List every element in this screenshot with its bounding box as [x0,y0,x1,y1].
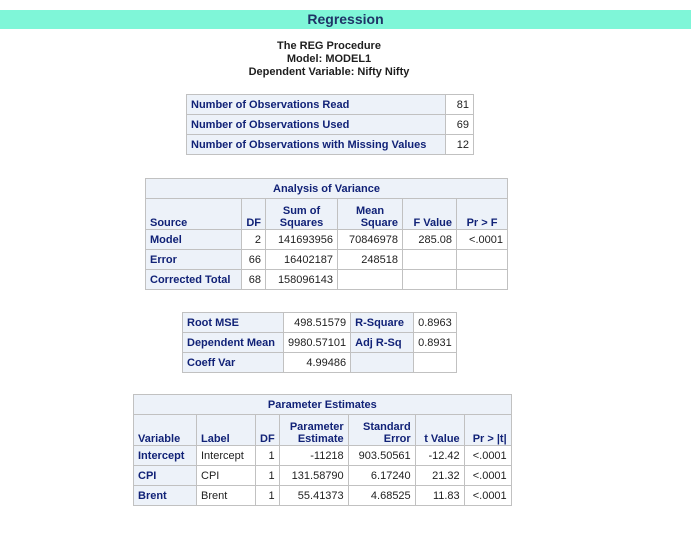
row-header: CPI [133,465,197,486]
table-cell: <.0001 [463,485,512,506]
observations-table: Number of Observations Read 81 Number of… [186,94,474,155]
row-header: Adj R-Sq [350,332,415,353]
row-header: Root MSE [182,312,284,333]
table-cell: -11218 [278,445,349,466]
table-row: Number of Observations Read 81 [186,94,474,115]
table-caption-row: Parameter Estimates [133,394,512,415]
column-header: Standard Error [347,414,416,446]
row-header: R-Square [350,312,415,333]
table-cell: 158096143 [265,269,338,290]
procedure-name: The REG Procedure [277,40,381,52]
table-cell: <.0001 [456,229,508,250]
table-cell: Brent [196,485,256,506]
table-cell: 1 [255,465,280,486]
table-cell: 903.50561 [347,445,416,466]
column-header: t Value [414,414,465,446]
table-cell: 66 [241,249,266,270]
column-header: Pr > |t| [463,414,512,446]
table-cell: 4.68525 [347,485,416,506]
table-cell: 141693956 [265,229,338,250]
dependent-variable: Dependent Variable: Nifty Nifty [248,66,410,78]
table-cell: 9980.57101 [282,332,352,353]
table-cell: 11.83 [414,485,465,506]
table-cell: 131.58790 [278,465,349,486]
table-cell: 1 [255,485,280,506]
table-cell: 0.8963 [413,312,457,333]
parameter-estimates-table: Parameter Estimates Variable Label DF Pa… [133,394,512,506]
table-row: Model 2 141693956 70846978 285.08 <.0001 [145,229,508,250]
table-cell: 6.17240 [347,465,416,486]
table-cell [456,269,508,290]
table-cell: 0.8931 [413,332,457,353]
row-header [350,352,415,373]
table-row: Root MSE 498.51579 R-Square 0.8963 [182,312,457,333]
table-cell: 1 [255,445,280,466]
table-cell: <.0001 [463,445,512,466]
row-header: Number of Observations with Missing Valu… [186,134,446,155]
table-cell: 55.41373 [278,485,349,506]
table-cell: 81 [445,94,474,115]
row-header: Number of Observations Read [186,94,446,115]
column-header: Label [196,414,256,446]
row-header: Error [145,249,242,270]
table-row: Number of Observations Used 69 [186,114,474,135]
table-row: CPI CPI 1 131.58790 6.17240 21.32 <.0001 [133,465,512,486]
page-title: Regression [0,10,691,29]
table-row: Error 66 16402187 248518 [145,249,508,270]
table-cell: Intercept [196,445,256,466]
table-row: Dependent Mean 9980.57101 Adj R-Sq 0.893… [182,332,457,353]
table-cell [337,269,403,290]
column-header: F Value [402,198,457,230]
table-cell: 2 [241,229,266,250]
anova-table: Analysis of Variance Source DF Sum of Squ… [145,178,508,290]
row-header: Corrected Total [145,269,242,290]
table-caption: Parameter Estimates [133,394,512,415]
table-cell: 4.99486 [282,352,352,373]
table-cell: 12 [445,134,474,155]
column-header: Variable [133,414,197,446]
table-row: Coeff Var 4.99486 [182,352,457,373]
table-cell [402,249,457,270]
model-name: Model: MODEL1 [286,53,372,65]
table-cell [402,269,457,290]
table-cell: CPI [196,465,256,486]
table-cell: 70846978 [337,229,403,250]
table-header-row: Variable Label DF Parameter Estimate Stan… [133,414,512,446]
table-cell: 16402187 [265,249,338,270]
procedure-header: The REG Procedure Model: MODEL1 Dependen… [0,40,658,79]
row-header: Number of Observations Used [186,114,446,135]
table-caption: Analysis of Variance [145,178,508,199]
table-caption-row: Analysis of Variance [145,178,508,199]
row-header: Dependent Mean [182,332,284,353]
table-cell: 69 [445,114,474,135]
column-header: Mean Square [337,198,403,230]
row-header: Model [145,229,242,250]
table-row: Number of Observations with Missing Valu… [186,134,474,155]
table-cell: 498.51579 [282,312,352,333]
fit-statistics-table: Root MSE 498.51579 R-Square 0.8963 Depen… [182,312,457,373]
column-header: Parameter Estimate [278,414,349,446]
row-header: Coeff Var [182,352,284,373]
table-cell [413,352,457,373]
column-header: Source [145,198,242,230]
column-header: DF [255,414,280,446]
table-cell: 248518 [337,249,403,270]
row-header: Brent [133,485,197,506]
table-cell: 68 [241,269,266,290]
table-cell: <.0001 [463,465,512,486]
table-cell: -12.42 [414,445,465,466]
table-header-row: Source DF Sum of Squares Mean Square F Val… [145,198,508,230]
column-header: Sum of Squares [265,198,338,230]
table-cell [456,249,508,270]
table-cell: 21.32 [414,465,465,486]
row-header: Intercept [133,445,197,466]
table-row: Intercept Intercept 1 -11218 903.50561 -… [133,445,512,466]
table-cell: 285.08 [402,229,457,250]
column-header: DF [241,198,266,230]
table-row: Corrected Total 68 158096143 [145,269,508,290]
table-row: Brent Brent 1 55.41373 4.68525 11.83 <.0… [133,485,512,506]
column-header: Pr > F [456,198,508,230]
